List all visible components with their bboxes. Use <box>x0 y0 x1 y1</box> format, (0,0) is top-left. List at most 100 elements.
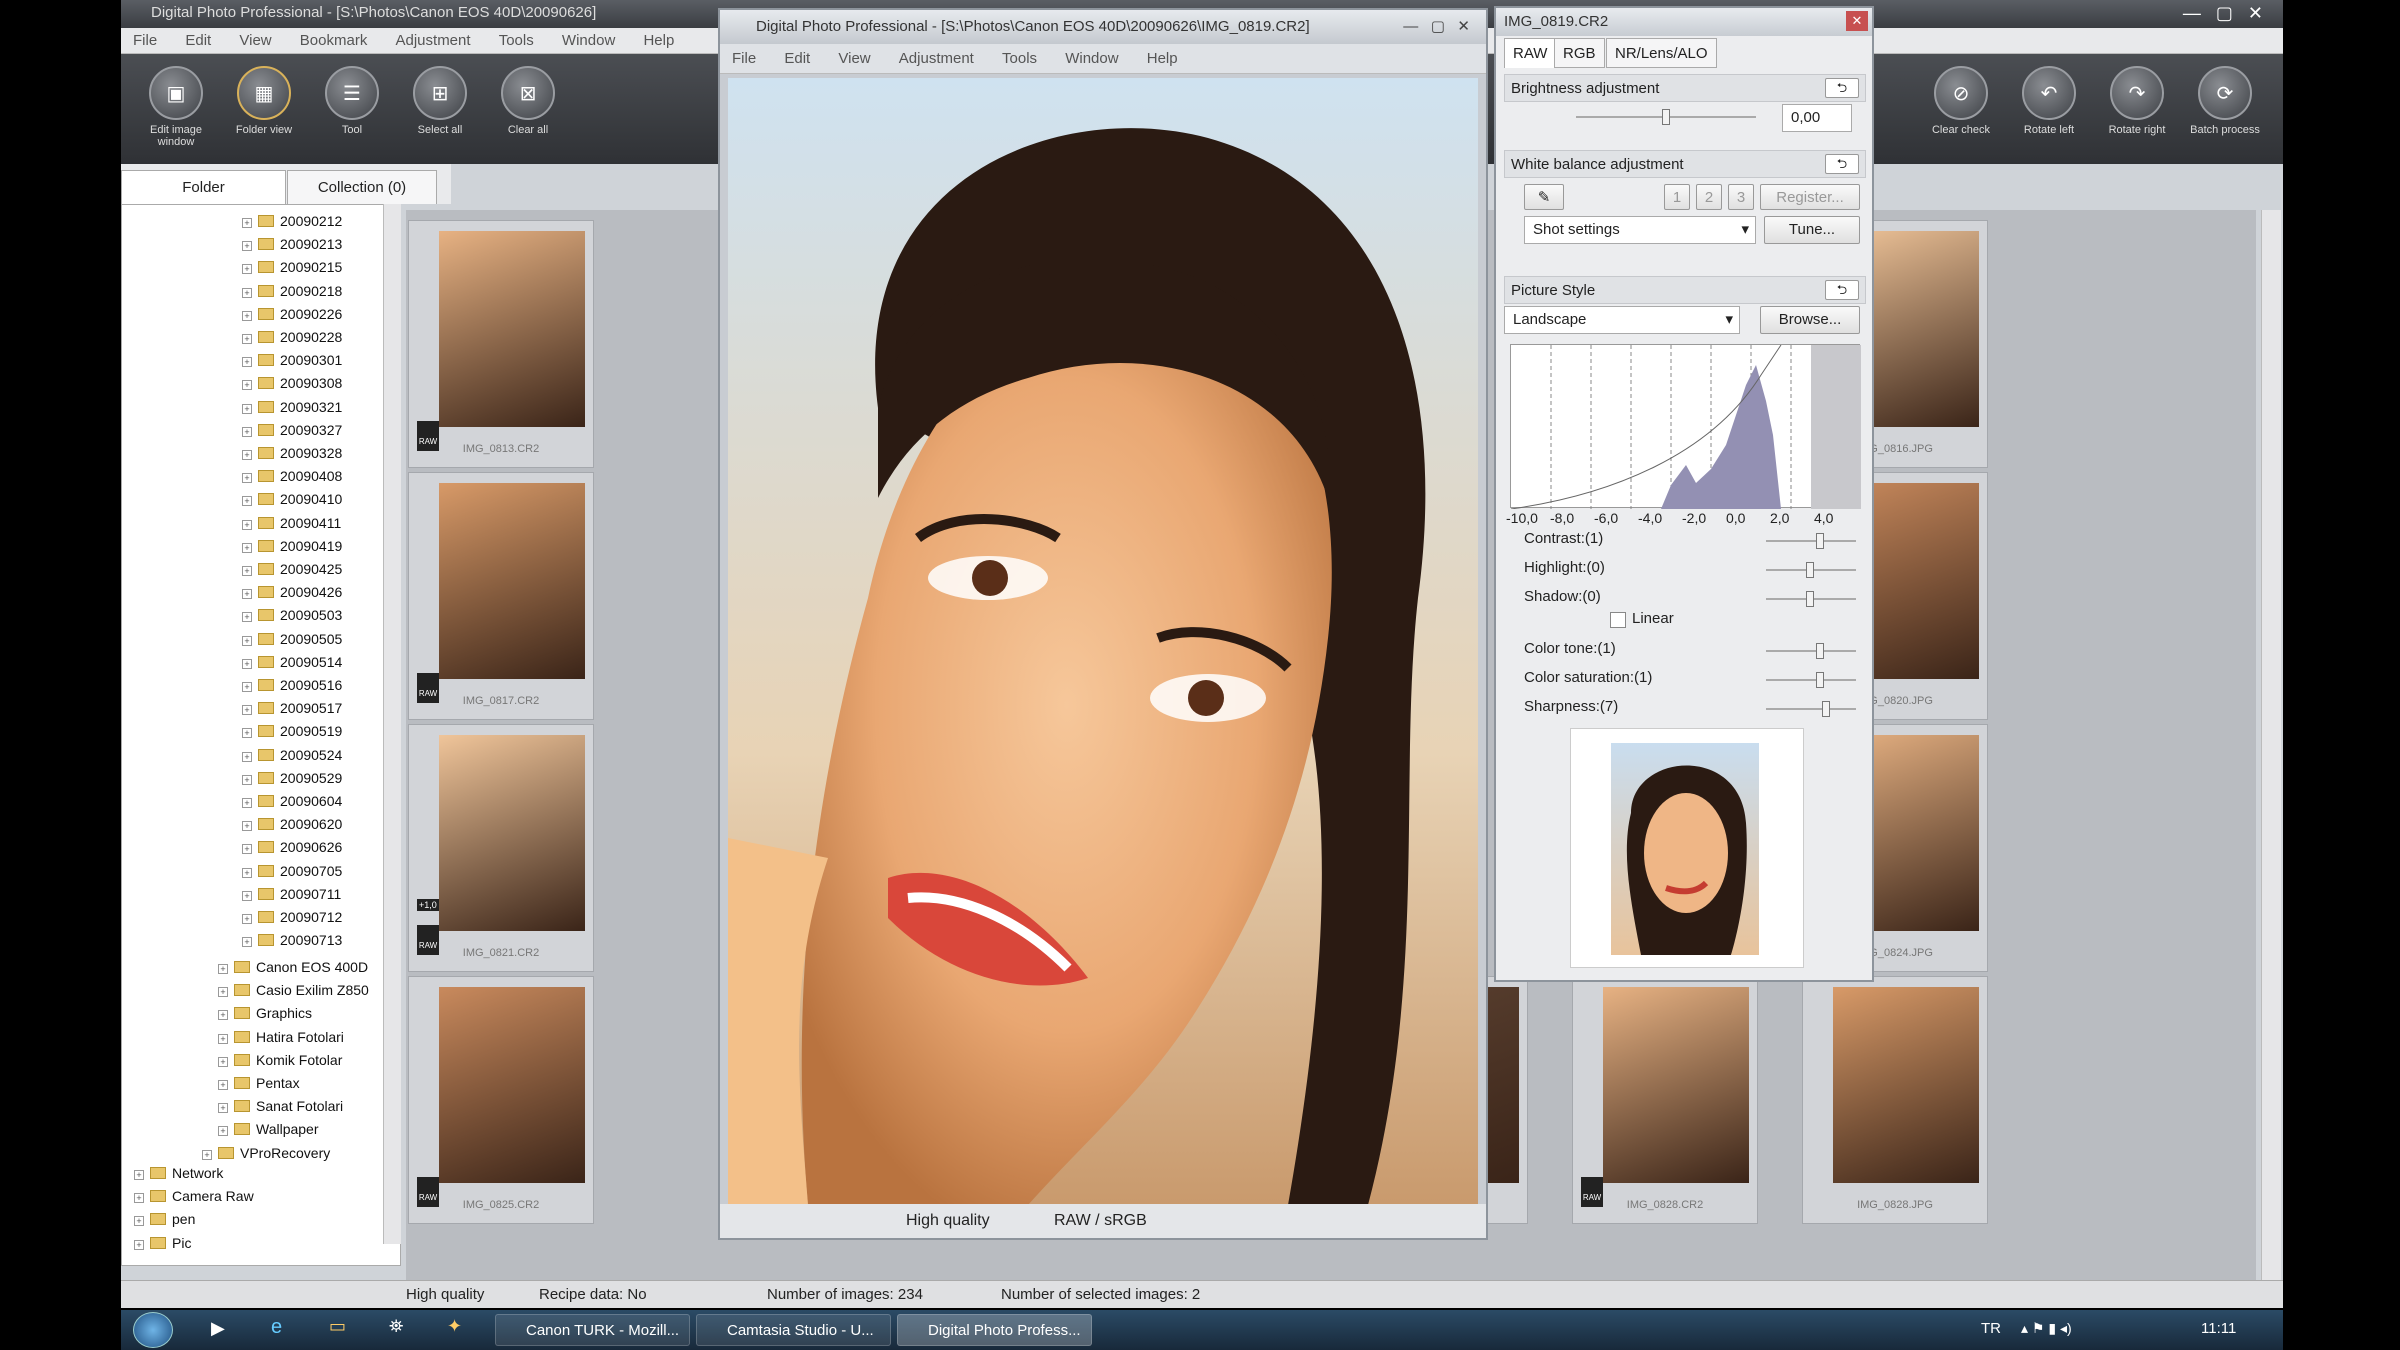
expand-icon[interactable]: + <box>218 1103 228 1114</box>
expand-icon[interactable]: + <box>242 519 252 530</box>
start-button[interactable] <box>133 1312 173 1348</box>
tree-folder-item[interactable]: +20090711 <box>242 886 341 902</box>
tree-folder-item[interactable]: + Canon EOS 400D <box>218 959 368 975</box>
tree-folder-item[interactable]: +20090410 <box>242 491 342 507</box>
tree-folder-item[interactable]: +20090529 <box>242 770 342 786</box>
wb-select[interactable]: Shot settings ▾ <box>1524 216 1756 244</box>
expand-icon[interactable]: + <box>218 1080 228 1090</box>
expand-icon[interactable]: + <box>242 218 252 228</box>
tune-button[interactable]: Tune... <box>1764 216 1860 244</box>
tree-folder-item[interactable]: + Wallpaper <box>218 1121 319 1137</box>
tree-folder-item[interactable]: +20090519 <box>242 723 342 739</box>
task-firefox[interactable]: Canon TURK - Mozill... <box>495 1314 690 1346</box>
thumbnail[interactable]: RAW IMG_0825.CR2 <box>408 976 594 1224</box>
expand-icon[interactable]: + <box>242 774 252 785</box>
task-dpp[interactable]: Digital Photo Profess... <box>897 1314 1092 1346</box>
viewer-menu-help[interactable]: Help <box>1147 50 1178 67</box>
network-icon[interactable]: ⛯ <box>389 1316 403 1337</box>
grid-scrollbar[interactable] <box>2261 210 2281 1280</box>
highlight-knob[interactable] <box>1806 562 1814 578</box>
tree-folder-item[interactable]: +20090328 <box>242 445 342 461</box>
tree-folder-item[interactable]: +20090308 <box>242 375 342 391</box>
linear-checkbox[interactable] <box>1610 612 1626 628</box>
rotate-left-button[interactable]: ↶ Rotate left <box>2009 66 2089 136</box>
expand-icon[interactable]: + <box>242 450 252 460</box>
edit-image-window-button[interactable]: ▣ Edit image window <box>136 66 216 148</box>
expand-icon[interactable]: + <box>242 612 252 623</box>
expand-icon[interactable]: + <box>218 1056 228 1067</box>
tree-root-item[interactable]: + Pic <box>134 1235 191 1251</box>
clock[interactable]: 11:11 <box>2201 1320 2236 1337</box>
tree-folder-item[interactable]: +20090425 <box>242 561 342 577</box>
tree-root-item[interactable]: + Camera Raw <box>134 1188 254 1204</box>
eyedropper-button[interactable]: ✎ <box>1524 184 1564 210</box>
tree-folder-item[interactable]: +20090301 <box>242 352 342 368</box>
brightness-reset-button[interactable]: ⮌ <box>1825 78 1859 98</box>
tree-folder-item[interactable]: +20090505 <box>242 631 342 647</box>
menu-bookmark[interactable]: Bookmark <box>300 32 368 49</box>
select-all-button[interactable]: ⊞ Select all <box>400 66 480 136</box>
thumbnail[interactable]: IMG_0828.JPG <box>1802 976 1988 1224</box>
tree-folder-item[interactable]: +20090419 <box>242 538 342 554</box>
shadow-knob[interactable] <box>1806 591 1814 607</box>
expand-icon[interactable]: + <box>242 914 252 924</box>
tree-folder-item[interactable]: +20090327 <box>242 422 342 438</box>
tree-folder-item[interactable]: + Pentax <box>218 1075 300 1091</box>
expand-icon[interactable]: + <box>218 964 228 974</box>
tab-rgb[interactable]: RGB <box>1554 38 1605 68</box>
menu-window[interactable]: Window <box>562 32 615 49</box>
color-saturation-slider[interactable] <box>1766 672 1856 688</box>
tree-folder-item[interactable]: +20090503 <box>242 607 342 623</box>
highlight-slider[interactable] <box>1766 562 1856 578</box>
tree-root-item[interactable]: + pen <box>134 1211 195 1227</box>
navigator-preview[interactable] <box>1570 728 1804 968</box>
wb-preset-2[interactable]: 2 <box>1696 184 1722 210</box>
viewer-menu-tools[interactable]: Tools <box>1002 50 1037 67</box>
expand-icon[interactable]: + <box>242 496 252 507</box>
window-controls[interactable]: — ▢ ✕ <box>2183 0 2263 26</box>
expand-icon[interactable]: + <box>242 334 252 344</box>
expand-icon[interactable]: + <box>134 1239 144 1250</box>
tree-folder-item[interactable]: +20090524 <box>242 747 342 763</box>
brightness-knob[interactable] <box>1662 109 1670 125</box>
tree-folder-item[interactable]: +20090426 <box>242 584 342 600</box>
main-photo[interactable] <box>728 78 1478 1205</box>
viewer-window-controls[interactable]: — ▢ ✕ <box>1403 10 1470 44</box>
browse-button[interactable]: Browse... <box>1760 306 1860 334</box>
contrast-slider[interactable] <box>1766 533 1856 549</box>
menu-adjustment[interactable]: Adjustment <box>396 32 471 49</box>
tree-folder-item[interactable]: +20090408 <box>242 468 342 484</box>
picture-style-reset-button[interactable]: ⮌ <box>1825 280 1859 300</box>
expand-icon[interactable]: + <box>242 728 252 739</box>
sharpness-slider[interactable] <box>1766 701 1856 717</box>
expand-icon[interactable]: + <box>218 1033 228 1044</box>
expand-icon[interactable]: + <box>242 542 252 553</box>
expand-icon[interactable]: + <box>242 241 252 252</box>
tree-folder-item[interactable]: +20090626 <box>242 839 342 855</box>
tree-folder-item[interactable]: + Hatira Fotolari <box>218 1029 344 1045</box>
media-player-icon[interactable]: ▶ <box>211 1318 225 1339</box>
thumbnail[interactable]: RAW IMG_0828.CR2 <box>1572 976 1758 1224</box>
expand-icon[interactable]: + <box>242 635 252 646</box>
viewer-menu-adjustment[interactable]: Adjustment <box>899 50 974 67</box>
tree-folder-item[interactable]: + Casio Exilim Z850 <box>218 982 369 998</box>
tray-icons[interactable]: ▴ ⚑ ▮ ◂) <box>2021 1320 2072 1337</box>
expand-icon[interactable]: + <box>242 287 252 298</box>
expand-icon[interactable]: + <box>242 589 252 600</box>
tree-root-item[interactable]: + Network <box>134 1165 223 1181</box>
expand-icon[interactable]: + <box>242 310 252 321</box>
histogram[interactable] <box>1510 344 1861 510</box>
expand-icon[interactable]: + <box>242 890 252 901</box>
tree-folder-item[interactable]: +20090215 <box>242 259 342 275</box>
expand-icon[interactable]: + <box>202 1149 212 1160</box>
tree-scrollbar[interactable] <box>383 204 401 1244</box>
tree-folder-item[interactable]: +20090713 <box>242 932 342 948</box>
tree-folder-item[interactable]: +20090516 <box>242 677 342 693</box>
expand-icon[interactable]: + <box>242 403 252 414</box>
picture-style-select[interactable]: Landscape ▾ <box>1504 306 1740 334</box>
expand-icon[interactable]: + <box>242 705 252 716</box>
expand-icon[interactable]: + <box>242 682 252 692</box>
wb-preset-1[interactable]: 1 <box>1664 184 1690 210</box>
clear-check-button[interactable]: ⊘ Clear check <box>1921 66 2001 136</box>
tree-folder-item[interactable]: +20090514 <box>242 654 342 670</box>
